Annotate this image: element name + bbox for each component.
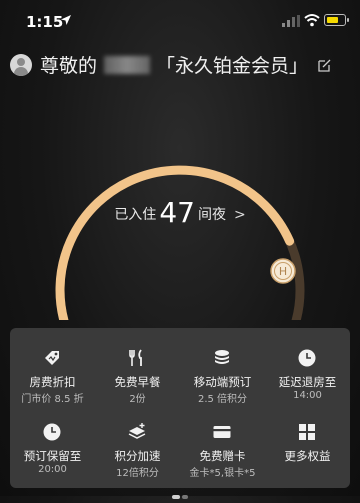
status-bar: 1:15 [0,0,360,40]
chevron-right-icon: > [233,207,246,223]
nights-unit: 间夜 [197,207,226,223]
benefit-detail: 12倍积分 [116,468,159,479]
hotel-badge-icon: H [270,258,296,284]
benefit-item[interactable]: 预订保留至 20:00 [10,408,95,482]
benefit-item[interactable]: 积分加速 12倍积分 [95,408,180,482]
benefit-item[interactable]: 免费早餐 2份 [95,334,180,408]
benefit-title: 更多权益 [284,449,331,463]
benefit-title: 预订保留至 [23,449,82,463]
location-arrow-icon [61,15,71,25]
tag-icon [45,351,59,365]
benefit-title: 延迟退房至 [278,375,337,389]
benefits-panel: 房费折扣 门市价 8.5 折免费早餐 2份 移动端预订 2.5 倍积分 延迟退房至 14:0… [10,328,350,488]
page-indicator [172,484,192,499]
clock-icon [43,423,61,441]
benefit-item[interactable]: 免费赠卡金卡*5,银卡*5 [180,408,265,482]
benefit-detail: 门市价 8.5 折 [21,394,84,405]
clock-time: 1:15 [26,13,64,31]
gauge-fill [55,165,295,320]
wifi-icon [304,14,320,27]
member-greeting: 尊敬的 「永久铂金会员」 [0,50,360,80]
benefit-item[interactable]: 更多权益 [265,408,350,482]
benefit-item[interactable]: 移动端预订 2.5 倍积分 [180,334,265,408]
coin-stack-icon [215,350,229,364]
benefit-detail: 14:00 [293,390,322,401]
membership-level: 「永久铂金会员」 [156,55,309,77]
benefit-item[interactable]: 房费折扣门市价 8.5 折 [10,334,95,408]
utensils-icon [129,349,142,366]
clock-icon [298,349,316,367]
benefit-title: 免费早餐 [114,375,161,389]
battery-icon [324,14,349,26]
benefit-title: 房费折扣 [29,375,76,389]
blurred-name [104,56,150,74]
benefit-detail: 金卡*5,银卡*5 [189,468,256,479]
benefit-title: 移动端预订 [193,375,252,389]
benefit-detail: 2份 [129,394,146,405]
edit-icon[interactable] [318,58,332,72]
greeting-prefix: 尊敬的 [40,55,98,77]
avatar[interactable] [10,54,32,76]
grid-icon [299,424,315,440]
stack-plus-icon [128,423,146,439]
gauge-track [55,165,305,320]
nights-count: 47 [159,196,195,229]
benefit-detail: 20:00 [38,464,67,475]
stayed-label: 已入住 [114,207,157,223]
nights-stayed[interactable]: 已入住 47 间夜 > [0,196,360,229]
card-icon [213,426,231,438]
cellular-signal-icon [282,15,300,27]
benefit-detail: 2.5 倍积分 [197,394,248,405]
badge-letter: H [279,265,287,278]
benefit-item[interactable]: 延迟退房至 14:00 [265,334,350,408]
benefit-title: 免费赠卡 [199,449,246,463]
benefit-title: 积分加速 [114,449,161,463]
